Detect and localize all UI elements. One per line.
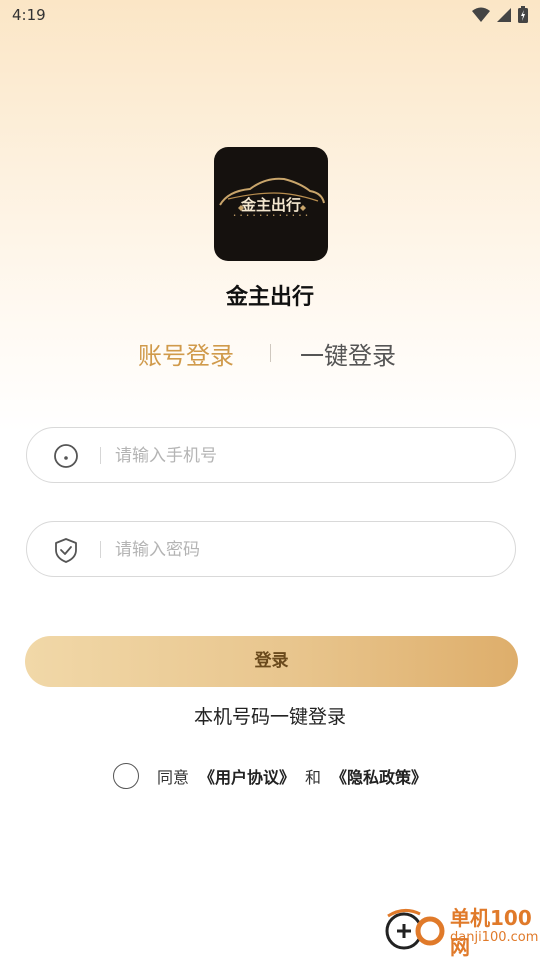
app-name: 金主出行	[225, 285, 314, 310]
app-logo: 金主出行 • • • • • • • • • • • •	[214, 147, 328, 261]
status-bar: 4:19	[0, 0, 540, 32]
shield-check-icon	[55, 538, 77, 563]
privacy-policy-link[interactable]: 《隐私政策》	[331, 764, 427, 788]
signal-icon	[497, 7, 511, 22]
watermark-logo-icon	[385, 909, 445, 950]
watermark: 单机100网 danji100.com	[384, 900, 538, 959]
logo-subtext-decoration: • • • • • • • • • • • •	[233, 213, 309, 219]
agree-prefix: 同意	[157, 768, 190, 787]
status-icons	[472, 6, 528, 23]
login-button[interactable]: 登录	[25, 636, 518, 687]
user-agreement-link[interactable]: 《用户协议》	[199, 764, 295, 788]
onekey-login-link[interactable]: 本机号码一键登录	[0, 702, 540, 729]
phone-input[interactable]	[113, 438, 477, 474]
password-input[interactable]	[113, 532, 477, 568]
status-time: 4:19	[12, 6, 46, 24]
battery-icon	[518, 6, 528, 23]
logo-text: 金主出行	[240, 196, 301, 214]
agree-and: 和	[305, 768, 322, 787]
tab-divider	[270, 344, 271, 362]
phone-field	[26, 427, 516, 483]
tab-onekey-login[interactable]: 一键登录	[300, 336, 396, 371]
wifi-icon	[472, 7, 490, 22]
watermark-url: danji100.com	[450, 930, 539, 945]
login-tabs: 账号登录 一键登录	[0, 336, 540, 372]
password-field-separator	[100, 541, 101, 558]
agree-checkbox[interactable]	[113, 763, 139, 789]
phone-icon	[54, 444, 78, 468]
agreement-row: 同意 《用户协议》 和 《隐私政策》	[113, 762, 437, 790]
password-field	[26, 521, 516, 577]
phone-field-separator	[100, 447, 101, 464]
tab-account-login[interactable]: 账号登录	[138, 336, 234, 371]
